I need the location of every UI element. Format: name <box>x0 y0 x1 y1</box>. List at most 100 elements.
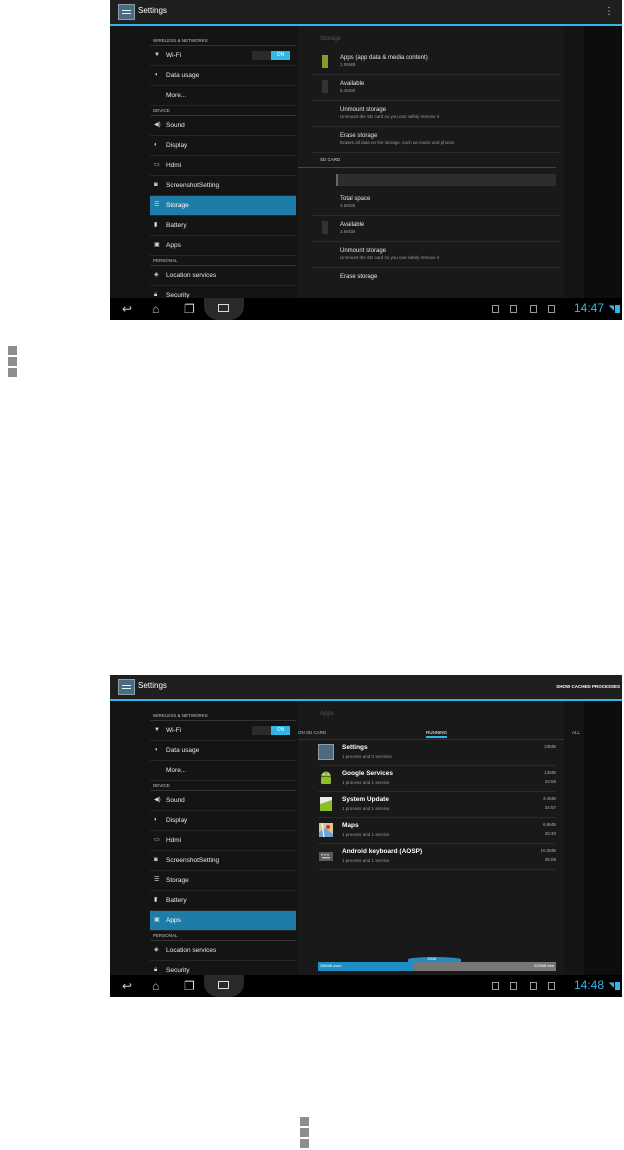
running-app-row[interactable]: System Update 1 process and 1 service 3.… <box>318 792 556 818</box>
sd-card-icon[interactable] <box>530 982 537 990</box>
sidebar-item-sound[interactable]: ◀) Sound <box>150 791 296 811</box>
app-uptime: 34:57 <box>544 805 556 810</box>
storage-settings-screenshot: Settings ⋮ WIRELESS & NETWORKS ▼ Wi-Fi O… <box>110 0 622 320</box>
sidebar-item-storage[interactable]: ☰ Storage <box>150 196 296 216</box>
settings-content: WIRELESS & NETWORKS ▼ Wi-Fi ON ◑ Data us… <box>110 26 622 306</box>
action-bar: Settings SHOW CACHED PROCESSES <box>110 675 622 701</box>
row-title: Apps (app data & media content) <box>340 55 428 61</box>
gallery-notification-icon[interactable] <box>492 305 499 313</box>
app-process-info: 1 process and 1 service <box>342 832 390 837</box>
action-bar: Settings ⋮ <box>110 0 622 26</box>
recent-apps-icon[interactable]: ❐ <box>184 978 195 994</box>
maps-icon <box>318 822 334 838</box>
show-cached-processes-button[interactable]: SHOW CACHED PROCESSES <box>556 684 620 689</box>
sidebar-item-hdmi[interactable]: ▭ Hdmi <box>150 156 296 176</box>
screenshot-button[interactable] <box>204 298 244 320</box>
ram-label: RAM <box>427 957 436 961</box>
app-process-info: 1 process and 1 service <box>342 858 390 863</box>
app-memory: 12MB <box>544 770 556 775</box>
sidebar-item-screenshot-setting[interactable]: ◙ ScreenshotSetting <box>150 176 296 196</box>
row-title: Erase storage <box>340 274 378 280</box>
sidebar-item-label: Wi-Fi <box>166 52 182 59</box>
display-icon: ◐ <box>154 817 158 823</box>
sidebar-item-hdmi[interactable]: ▭ Hdmi <box>150 831 296 851</box>
row-subtitle: Erases all data on the storage, such as … <box>340 140 455 145</box>
back-icon[interactable]: ↩ <box>122 301 132 317</box>
sidebar-item-label: Display <box>166 817 188 824</box>
sidebar-item-label: Wi-Fi <box>166 727 182 734</box>
camera-icon <box>218 981 229 989</box>
storage-row-apps[interactable]: Apps (app data & media content) 1.06MB <box>312 50 560 75</box>
sidebar-item-more[interactable]: More... <box>150 761 296 781</box>
sidebar-item-label: Location services <box>166 947 217 954</box>
tab-running[interactable]: RUNNING <box>426 730 447 738</box>
sidebar-item-apps[interactable]: ▣ Apps <box>150 236 296 256</box>
sidebar-item-wifi[interactable]: ▼ Wi-Fi ON <box>150 721 296 741</box>
toggle-on-label: ON <box>271 726 290 735</box>
sd-row-erase[interactable]: Erase storage <box>312 268 560 288</box>
image-notification-icon[interactable] <box>510 305 517 313</box>
sidebar-item-display[interactable]: ◐ Display <box>150 136 296 156</box>
clock[interactable]: 14:48 <box>574 978 604 992</box>
sidebar-item-battery[interactable]: ▮ Battery <box>150 891 296 911</box>
hdmi-icon: ▭ <box>154 162 160 168</box>
sd-card-icon[interactable] <box>530 305 537 313</box>
sidebar-item-data-usage[interactable]: ◑ Data usage <box>150 741 296 761</box>
sidebar-item-location[interactable]: ◈ Location services <box>150 941 296 961</box>
app-process-info: 1 process and 0 services <box>342 754 392 759</box>
screenshot-button[interactable] <box>204 975 244 997</box>
home-icon[interactable]: ⌂ <box>152 301 159 317</box>
sidebar-item-battery[interactable]: ▮ Battery <box>150 216 296 236</box>
running-app-row[interactable]: Android keyboard (AOSP) 1 process and 1 … <box>318 844 556 870</box>
settings-app-icon[interactable] <box>118 679 135 695</box>
menu-dots-icon <box>8 346 18 379</box>
home-icon[interactable]: ⌂ <box>152 978 159 994</box>
sidebar-item-location[interactable]: ◈ Location services <box>150 266 296 286</box>
storage-row-erase[interactable]: Erase storage Erases all data on the sto… <box>312 127 560 153</box>
apps-icon: ▣ <box>154 242 160 248</box>
sd-card-header: SD CARD <box>298 153 556 168</box>
sidebar-item-display[interactable]: ◐ Display <box>150 811 296 831</box>
image-notification-icon[interactable] <box>510 982 517 990</box>
overflow-menu-icon[interactable]: ⋮ <box>604 6 614 17</box>
sidebar-item-screenshot-setting[interactable]: ◙ ScreenshotSetting <box>150 851 296 871</box>
wifi-toggle[interactable]: ON <box>252 726 290 735</box>
sidebar-item-label: ScreenshotSetting <box>166 857 220 864</box>
sidebar-item-wifi[interactable]: ▼ Wi-Fi ON <box>150 46 296 66</box>
row-title: Total space <box>340 196 371 202</box>
pane-header: Storage <box>320 36 342 42</box>
storage-row-unmount[interactable]: Unmount storage Unmount the SD card so y… <box>312 101 560 127</box>
data-usage-icon: ◑ <box>154 72 158 78</box>
download-icon[interactable] <box>548 305 555 313</box>
row-title: Available <box>340 81 365 87</box>
running-app-row[interactable]: Settings 1 process and 0 services 23MB <box>318 740 556 766</box>
row-subtitle: 3.69GB <box>340 203 356 208</box>
back-icon[interactable]: ↩ <box>122 978 132 994</box>
sidebar-item-storage[interactable]: ☰ Storage <box>150 871 296 891</box>
apps-icon: ▣ <box>154 917 160 923</box>
download-icon[interactable] <box>548 982 555 990</box>
sidebar-item-label: Apps <box>166 242 181 249</box>
settings-app-icon[interactable] <box>118 4 135 20</box>
sidebar-item-sound[interactable]: ◀) Sound <box>150 116 296 136</box>
sd-row-available[interactable]: Available 3.68GB <box>312 216 560 242</box>
sidebar-item-label: Battery <box>166 222 187 229</box>
recent-apps-icon[interactable]: ❐ <box>184 301 195 317</box>
wifi-toggle[interactable]: ON <box>252 51 290 60</box>
sound-icon: ◀) <box>154 797 161 803</box>
sidebar-item-label: Hdmi <box>166 162 182 169</box>
sidebar-item-data-usage[interactable]: ◑ Data usage <box>150 66 296 86</box>
clock[interactable]: 14:47 <box>574 301 604 315</box>
running-app-row[interactable]: Maps 1 process and 1 service 6.9MB 35:30 <box>318 818 556 844</box>
running-app-row[interactable]: Google Services 1 process and 1 service … <box>318 766 556 792</box>
sidebar-item-label: Security <box>166 967 190 974</box>
sidebar-item-more[interactable]: More... <box>150 86 296 106</box>
settings-sidebar: WIRELESS & NETWORKS ▼ Wi-Fi ON ◑ Data us… <box>150 711 296 981</box>
sd-row-unmount[interactable]: Unmount storage Unmount the SD card so y… <box>312 242 560 268</box>
sidebar-item-apps[interactable]: ▣ Apps <box>150 911 296 931</box>
tab-on-sd-card[interactable]: ON SD CARD <box>298 730 326 735</box>
tab-all[interactable]: ALL <box>572 730 580 735</box>
gallery-notification-icon[interactable] <box>492 982 499 990</box>
storage-row-available[interactable]: Available 5.45GB <box>312 75 560 101</box>
apps-tabs: ON SD CARD RUNNING ALL <box>298 725 580 740</box>
